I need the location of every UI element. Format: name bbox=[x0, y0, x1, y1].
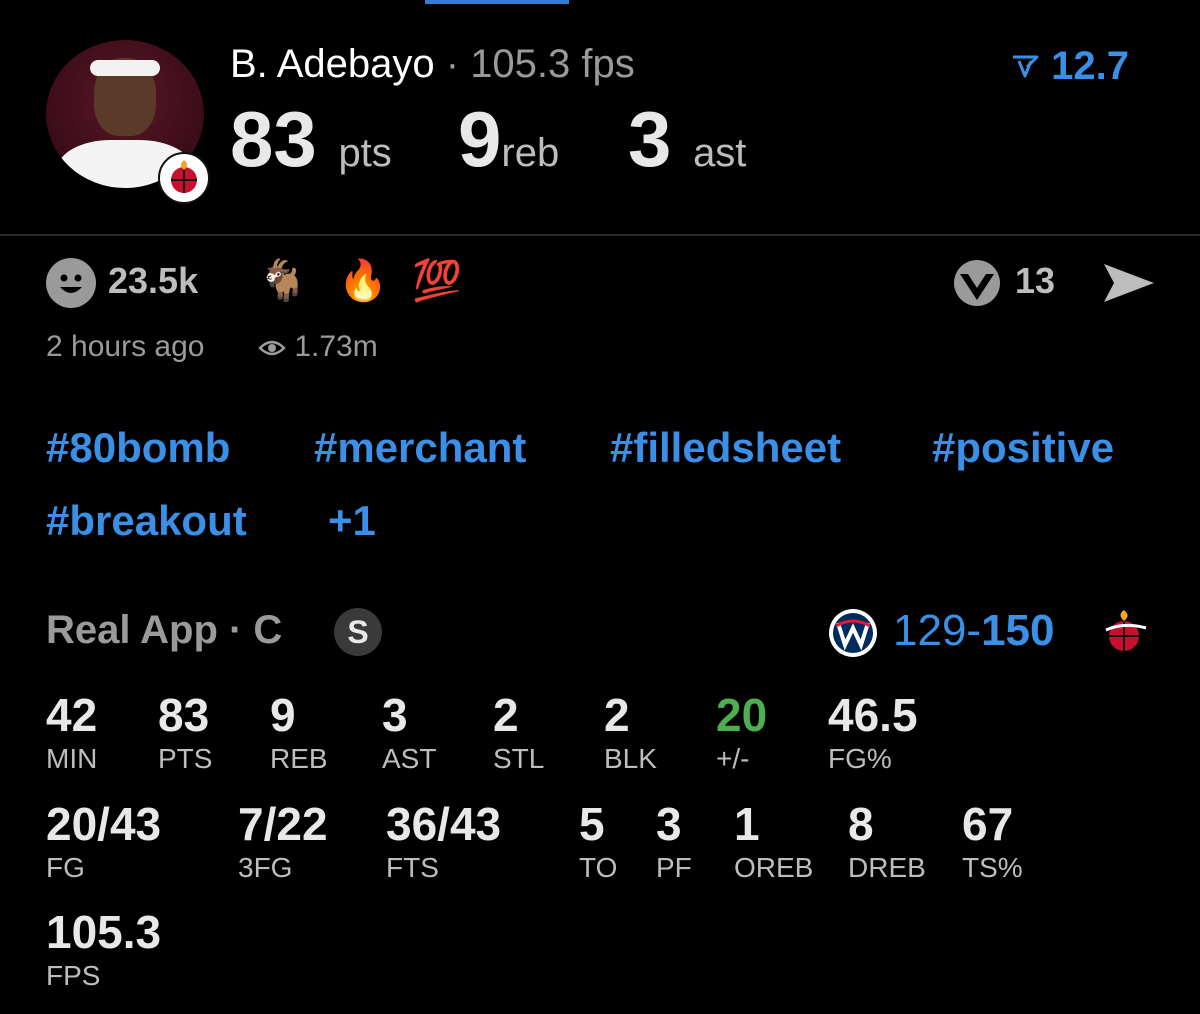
stat-label: DREB bbox=[848, 852, 926, 883]
assists-stat: 3 ast bbox=[628, 100, 746, 178]
rebounds-unit: reb bbox=[501, 131, 560, 175]
points-unit: pts bbox=[338, 131, 392, 175]
rank-badge[interactable]: 12.7 bbox=[1010, 44, 1129, 89]
tag[interactable]: #80bomb bbox=[46, 424, 230, 472]
stat-value: 83 bbox=[158, 689, 210, 741]
stat-value: 2 bbox=[493, 689, 519, 741]
top-tab-indicator bbox=[425, 0, 569, 4]
view-count-value: 1.73m bbox=[294, 330, 378, 363]
goat-emoji[interactable]: 🐐 bbox=[258, 257, 308, 304]
rebounds-value: 9 bbox=[458, 95, 502, 183]
stat-value: 3 bbox=[656, 798, 682, 850]
heat-logo-icon bbox=[158, 152, 210, 204]
score-away: 129 bbox=[893, 606, 967, 655]
smile-icon[interactable] bbox=[46, 258, 96, 308]
stat-label: OREB bbox=[734, 852, 814, 883]
player-name[interactable]: B. Adebayo bbox=[230, 42, 435, 86]
stat-label: STL bbox=[493, 743, 545, 774]
rv-icon[interactable] bbox=[952, 258, 1002, 308]
eye-icon bbox=[258, 340, 286, 356]
stat-value: 1 bbox=[734, 798, 760, 850]
score-home: 150 bbox=[981, 606, 1055, 655]
stat-value: 67 bbox=[962, 798, 1014, 850]
stat-value: 8 bbox=[848, 798, 874, 850]
stat-value: 2 bbox=[604, 689, 630, 741]
send-icon[interactable] bbox=[1102, 260, 1156, 306]
stat-label: MIN bbox=[46, 743, 98, 774]
stat-value-positive: 20 bbox=[716, 689, 768, 741]
rank-icon bbox=[1013, 55, 1039, 78]
assists-unit: ast bbox=[693, 131, 747, 175]
heat-logo-icon[interactable] bbox=[1100, 606, 1152, 658]
tag[interactable]: #breakout bbox=[46, 497, 247, 545]
stat-label: FG% bbox=[828, 743, 892, 774]
rebounds-stat: 9reb bbox=[458, 100, 559, 178]
stat-label: FG bbox=[46, 852, 85, 883]
reaction-count[interactable]: 23.5k bbox=[108, 260, 198, 302]
stat-label: FPS bbox=[46, 960, 101, 991]
score-separator: - bbox=[966, 606, 982, 655]
stat-value: 3 bbox=[382, 689, 408, 741]
assists-value: 3 bbox=[628, 95, 672, 183]
stat-value: 36/43 bbox=[386, 798, 502, 850]
stat-value: 7/22 bbox=[238, 798, 328, 850]
source-label: Real App · C bbox=[46, 608, 283, 652]
hundred-emoji[interactable]: 💯 bbox=[412, 257, 462, 304]
stat-value: 20/43 bbox=[46, 798, 162, 850]
stat-label: TS% bbox=[962, 852, 1023, 883]
stat-label: FTS bbox=[386, 852, 439, 883]
stat-label: REB bbox=[270, 743, 328, 774]
stat-value: 42 bbox=[46, 689, 98, 741]
points-stat: 83 pts bbox=[230, 100, 392, 178]
s-badge: S bbox=[334, 608, 382, 656]
stat-label: +/- bbox=[716, 743, 750, 774]
stat-label: AST bbox=[382, 743, 437, 774]
rv-count: 13 bbox=[1015, 260, 1056, 301]
tag[interactable]: #filledsheet bbox=[610, 424, 841, 472]
stat-value: 105.3 bbox=[46, 906, 162, 958]
stat-value: 9 bbox=[270, 689, 296, 741]
fire-emoji[interactable]: 🔥 bbox=[338, 257, 388, 304]
divider bbox=[0, 234, 1200, 236]
rank-value: 12.7 bbox=[1051, 44, 1129, 88]
player-fps: 105.3 fps bbox=[470, 42, 635, 86]
wizards-logo-icon[interactable] bbox=[828, 608, 878, 658]
separator-dot: · bbox=[445, 42, 460, 86]
stat-label: PTS bbox=[158, 743, 213, 774]
post-time: 2 hours ago bbox=[46, 330, 205, 363]
player-name-line[interactable]: B. Adebayo · 105.3 fps bbox=[230, 42, 635, 87]
stat-label: 3FG bbox=[238, 852, 293, 883]
stat-label: BLK bbox=[604, 743, 657, 774]
more-tags-button[interactable]: +1 bbox=[328, 497, 376, 545]
view-count: 1.73m bbox=[258, 330, 378, 364]
tag[interactable]: #merchant bbox=[314, 424, 526, 472]
stat-label: TO bbox=[579, 852, 618, 883]
points-value: 83 bbox=[230, 95, 317, 183]
stat-value: 5 bbox=[579, 798, 605, 850]
tag[interactable]: #positive bbox=[932, 424, 1114, 472]
stat-value: 46.5 bbox=[828, 689, 918, 741]
game-score[interactable]: 129-150 bbox=[893, 606, 1055, 656]
stat-label: PF bbox=[656, 852, 692, 883]
